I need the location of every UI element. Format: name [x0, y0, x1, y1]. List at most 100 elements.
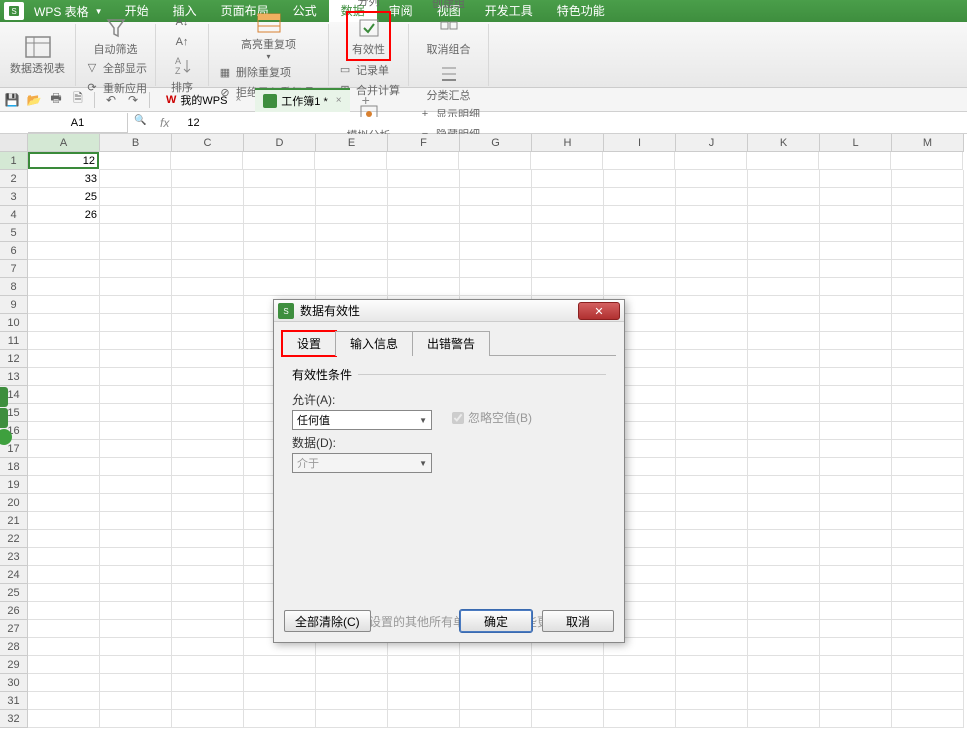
cell[interactable]: 33: [28, 170, 100, 188]
cell[interactable]: [820, 188, 892, 206]
cell[interactable]: [532, 242, 604, 260]
cell[interactable]: [892, 296, 964, 314]
cell[interactable]: [892, 674, 964, 692]
cell[interactable]: [243, 152, 315, 170]
cell[interactable]: [676, 620, 748, 638]
cell[interactable]: [892, 620, 964, 638]
cell[interactable]: [604, 224, 676, 242]
redo-icon[interactable]: ↷: [125, 92, 141, 108]
cell[interactable]: [244, 674, 316, 692]
cell[interactable]: [604, 260, 676, 278]
cell[interactable]: [892, 656, 964, 674]
cell[interactable]: 25: [28, 188, 100, 206]
cell[interactable]: [820, 242, 892, 260]
add-tab-button[interactable]: +: [356, 92, 376, 108]
row-header[interactable]: 21: [0, 512, 28, 530]
cell[interactable]: [676, 458, 748, 476]
cell[interactable]: [676, 260, 748, 278]
ignore-blank-checkbox[interactable]: 忽略空值(B): [452, 409, 532, 426]
cell[interactable]: [820, 260, 892, 278]
cell[interactable]: [172, 620, 244, 638]
cell[interactable]: [676, 692, 748, 710]
cell[interactable]: [820, 350, 892, 368]
col-header[interactable]: M: [892, 134, 964, 152]
search-fx-icon[interactable]: 🔍: [134, 115, 150, 131]
cell[interactable]: [604, 170, 676, 188]
cell[interactable]: [244, 692, 316, 710]
row-header[interactable]: 24: [0, 566, 28, 584]
doc-tab-mywps[interactable]: W 我的WPS ×: [158, 88, 249, 112]
cell[interactable]: [676, 602, 748, 620]
cell[interactable]: [820, 548, 892, 566]
cell[interactable]: [100, 620, 172, 638]
col-header[interactable]: A: [28, 134, 100, 152]
cancel-button[interactable]: 取消: [542, 610, 614, 632]
dialog-tab-input-msg[interactable]: 输入信息: [335, 331, 413, 356]
cell[interactable]: [748, 620, 820, 638]
cell[interactable]: [604, 242, 676, 260]
cell[interactable]: [820, 692, 892, 710]
cell[interactable]: [172, 440, 244, 458]
row-header[interactable]: 11: [0, 332, 28, 350]
sort-desc-button[interactable]: A↑: [172, 33, 192, 51]
cell[interactable]: [604, 710, 676, 728]
cell[interactable]: [100, 656, 172, 674]
cell[interactable]: [748, 602, 820, 620]
cell[interactable]: [28, 620, 100, 638]
print-icon[interactable]: 🖶: [48, 92, 64, 108]
cell[interactable]: [892, 584, 964, 602]
cell[interactable]: [892, 404, 964, 422]
cell[interactable]: [892, 206, 964, 224]
cell[interactable]: [820, 494, 892, 512]
cell[interactable]: [100, 242, 172, 260]
cell[interactable]: [532, 170, 604, 188]
cell[interactable]: [172, 206, 244, 224]
cell[interactable]: 12: [28, 152, 99, 169]
formula-input[interactable]: [179, 117, 779, 129]
row-header[interactable]: 12: [0, 350, 28, 368]
cell[interactable]: [748, 386, 820, 404]
cell[interactable]: [820, 404, 892, 422]
cell[interactable]: [676, 530, 748, 548]
cell[interactable]: [892, 692, 964, 710]
cell[interactable]: [892, 494, 964, 512]
cell[interactable]: [748, 188, 820, 206]
cell[interactable]: [892, 332, 964, 350]
cell[interactable]: [172, 656, 244, 674]
cell[interactable]: [892, 638, 964, 656]
row-header[interactable]: 13: [0, 368, 28, 386]
row-header[interactable]: 27: [0, 620, 28, 638]
cell[interactable]: [892, 602, 964, 620]
row-header[interactable]: 7: [0, 260, 28, 278]
dialog-tab-settings[interactable]: 设置: [282, 331, 336, 356]
cell[interactable]: [387, 152, 459, 170]
cell[interactable]: [891, 152, 963, 170]
cell[interactable]: [676, 170, 748, 188]
cell[interactable]: [748, 170, 820, 188]
cell[interactable]: [100, 278, 172, 296]
cell[interactable]: [28, 224, 100, 242]
sort-asc-button[interactable]: A↓: [172, 13, 192, 31]
cell[interactable]: [171, 152, 243, 170]
cell[interactable]: [892, 458, 964, 476]
cell[interactable]: [388, 170, 460, 188]
cell[interactable]: [748, 440, 820, 458]
cell[interactable]: [172, 260, 244, 278]
cell[interactable]: [244, 242, 316, 260]
cell[interactable]: [172, 242, 244, 260]
cell[interactable]: [100, 692, 172, 710]
cell[interactable]: [748, 566, 820, 584]
cell[interactable]: [28, 440, 100, 458]
highlight-dup-button[interactable]: 高亮重复项 ▾: [237, 8, 300, 63]
cell[interactable]: [316, 656, 388, 674]
row-header[interactable]: 20: [0, 494, 28, 512]
cell[interactable]: [100, 602, 172, 620]
cell[interactable]: [316, 188, 388, 206]
cell[interactable]: [28, 638, 100, 656]
cell[interactable]: [28, 584, 100, 602]
cell[interactable]: [244, 260, 316, 278]
cell[interactable]: [532, 656, 604, 674]
cell[interactable]: [316, 224, 388, 242]
cell[interactable]: [820, 476, 892, 494]
cell[interactable]: [28, 242, 100, 260]
